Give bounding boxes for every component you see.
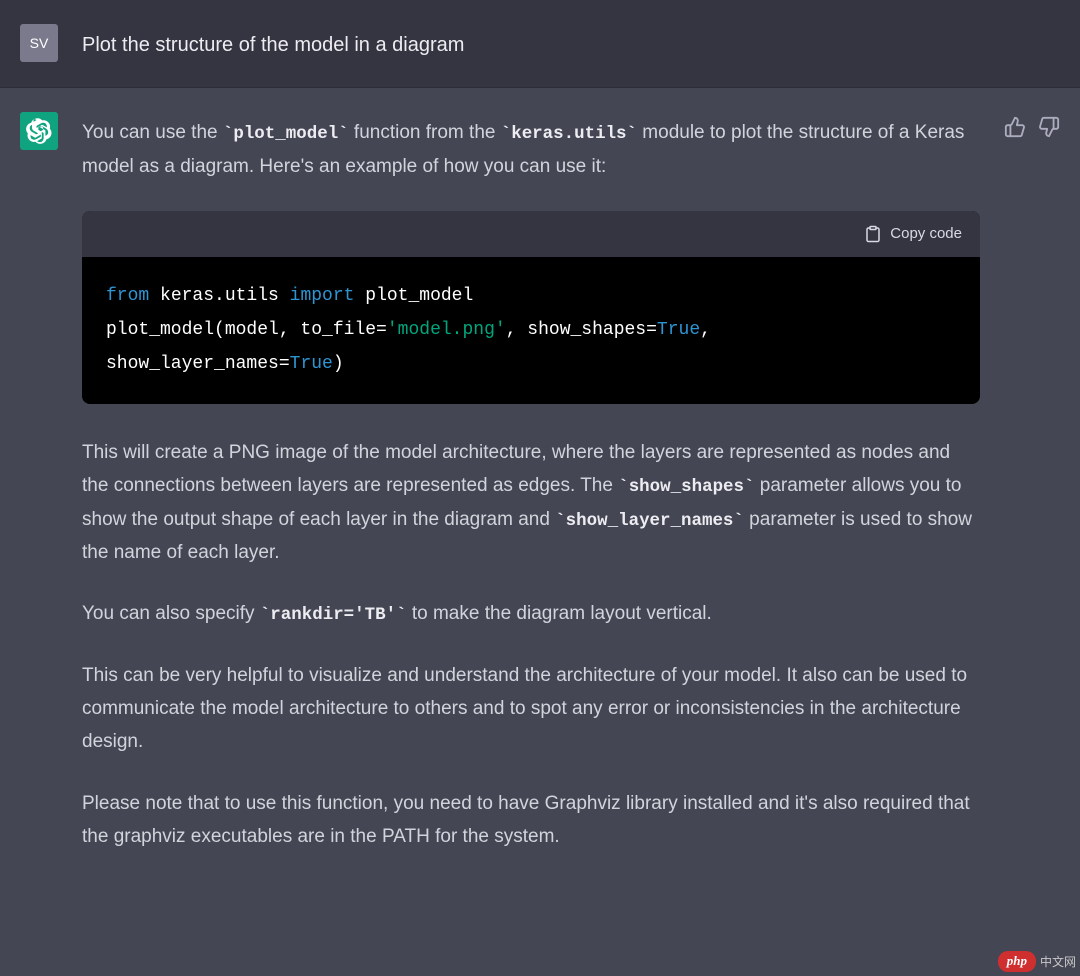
user-avatar-initials: SV: [30, 35, 49, 51]
user-avatar: SV: [20, 24, 58, 62]
watermark: php 中文网: [998, 951, 1076, 972]
copy-code-button[interactable]: Copy code: [864, 221, 962, 247]
openai-logo-icon: [26, 118, 52, 144]
thumbs-down-button[interactable]: [1038, 116, 1060, 138]
inline-code-show-layer-names: `show_layer_names`: [555, 511, 744, 531]
user-message-content: Plot the structure of the model in a dia…: [82, 24, 1060, 63]
watermark-text: 中文网: [1040, 953, 1076, 970]
inline-code-show-shapes: `show_shapes`: [618, 477, 754, 497]
assistant-message-row: You can use the `plot_model` function fr…: [0, 88, 1080, 877]
watermark-pill: php: [998, 951, 1036, 972]
inline-code-keras-utils: `keras.utils`: [501, 124, 637, 144]
thumbs-up-button[interactable]: [1004, 116, 1026, 138]
user-prompt-text: Plot the structure of the model in a dia…: [82, 34, 464, 56]
inline-code-plot-model: `plot_model`: [223, 124, 349, 144]
assistant-message-content: You can use the `plot_model` function fr…: [82, 112, 980, 853]
code-block-header: Copy code: [82, 211, 980, 257]
message-actions: [1004, 112, 1060, 853]
assistant-paragraph-5: Please note that to use this function, y…: [82, 787, 980, 854]
clipboard-icon: [864, 225, 882, 243]
assistant-paragraph-2: This will create a PNG image of the mode…: [82, 436, 980, 570]
assistant-paragraph-3: You can also specify `rankdir='TB'` to m…: [82, 597, 980, 631]
code-block-content[interactable]: from keras.utils import plot_model plot_…: [82, 257, 980, 404]
thumbs-up-icon: [1004, 116, 1026, 138]
assistant-avatar: [20, 112, 58, 150]
inline-code-rankdir: `rankdir='TB'`: [260, 605, 407, 625]
assistant-paragraph-4: This can be very helpful to visualize an…: [82, 659, 980, 759]
code-block: Copy code from keras.utils import plot_m…: [82, 211, 980, 404]
thumbs-down-icon: [1038, 116, 1060, 138]
copy-code-label: Copy code: [890, 221, 962, 247]
assistant-paragraph-1: You can use the `plot_model` function fr…: [82, 116, 980, 183]
user-message-row: SV Plot the structure of the model in a …: [0, 0, 1080, 88]
